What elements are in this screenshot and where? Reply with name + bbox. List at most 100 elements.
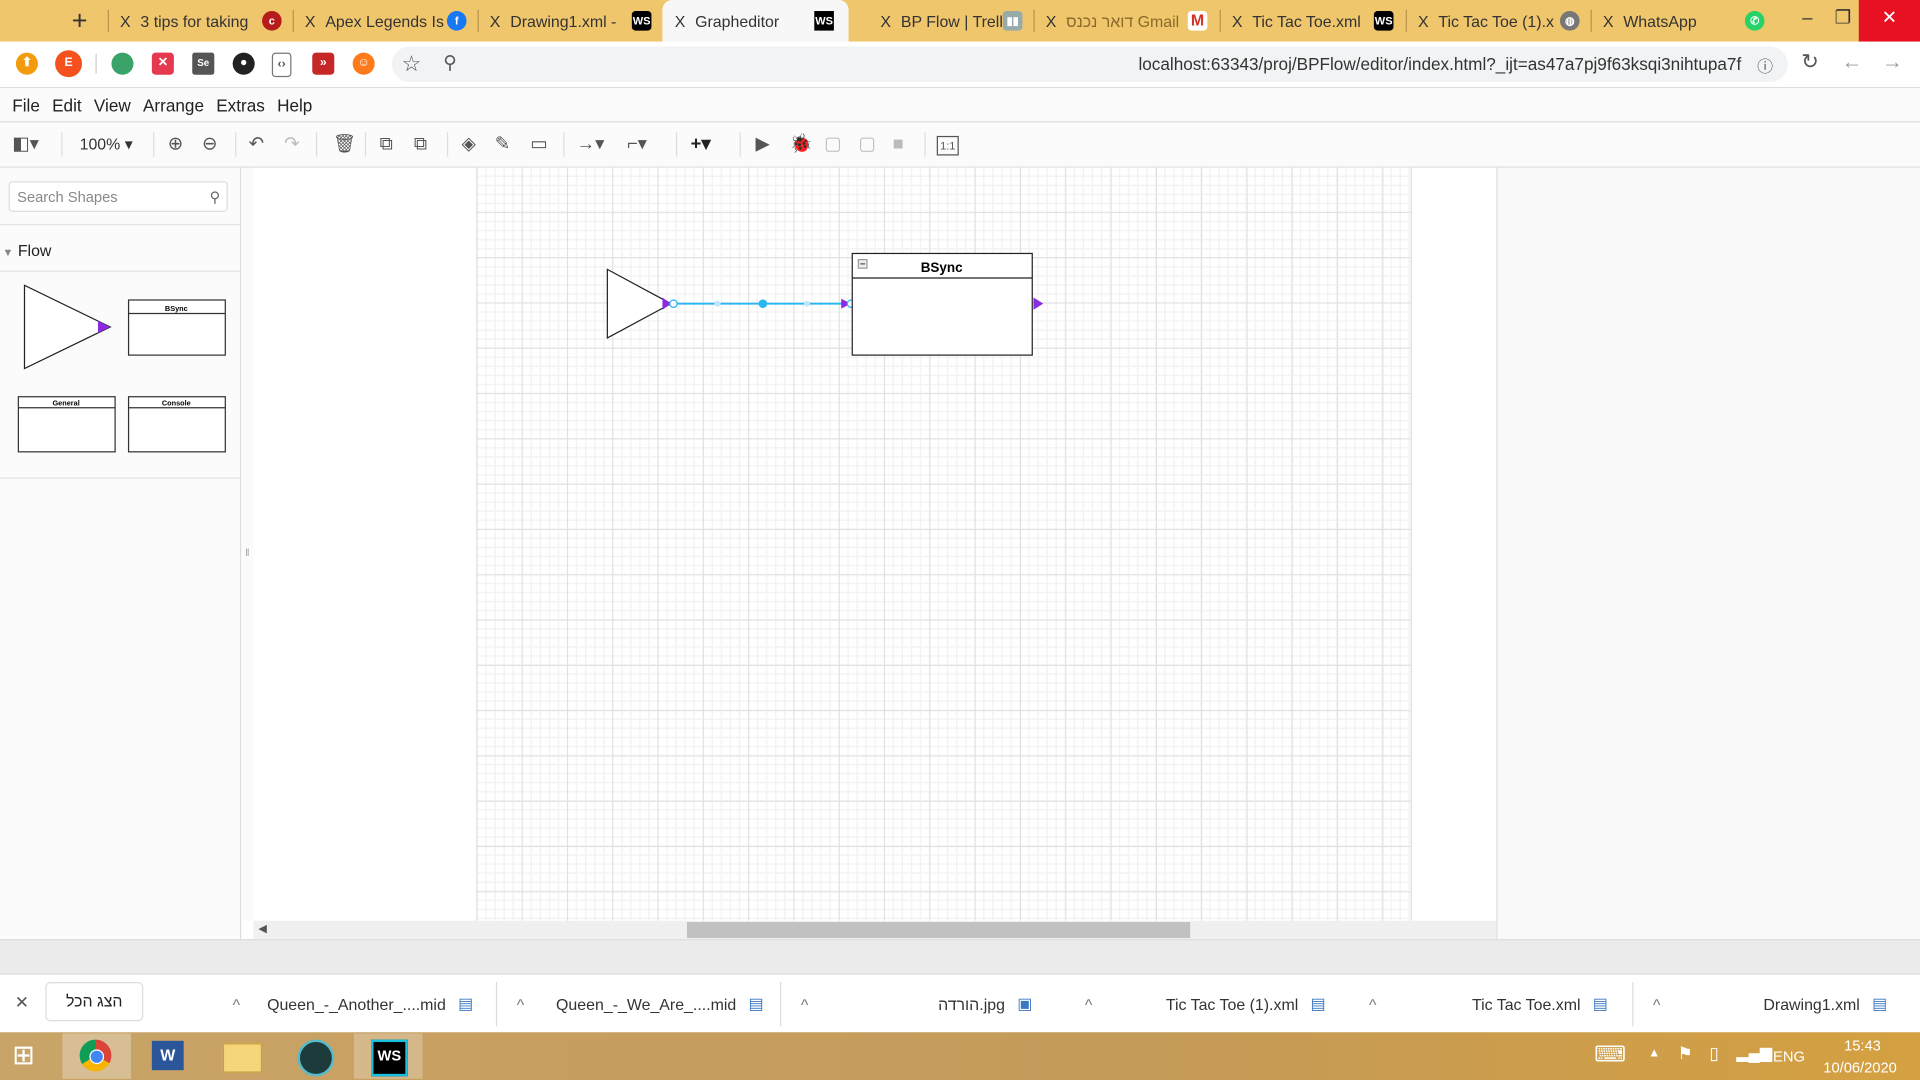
close-icon[interactable]: X <box>305 12 316 30</box>
waypoints-icon[interactable]: ⌐▾ <box>627 133 647 155</box>
menu-file[interactable]: File <box>12 95 40 115</box>
new-tab-button[interactable]: + <box>61 0 98 42</box>
start-node[interactable] <box>606 268 673 339</box>
site-info-icon[interactable]: ⓘ <box>1757 54 1773 77</box>
tab-apex[interactable]: X Apex Legends Is f <box>293 0 477 42</box>
actual-size-icon[interactable]: 1:1 <box>936 135 959 156</box>
output-port[interactable] <box>1033 297 1044 310</box>
chevron-up-icon[interactable]: ^ <box>801 995 808 1013</box>
format-panel-icon[interactable]: ◧▾ <box>12 133 39 155</box>
menu-edit[interactable]: Edit <box>52 95 82 115</box>
scrollbar-thumb[interactable] <box>686 922 1191 938</box>
to-back-icon[interactable]: ⧉ <box>414 133 427 155</box>
scroll-left-icon[interactable]: ◀ <box>258 922 266 935</box>
download-item[interactable]: ^ הורדה.jpg ▣ <box>801 975 1064 1034</box>
tab-trello[interactable]: X BP Flow | Trello ▮▮ <box>849 0 1033 42</box>
menu-help[interactable]: Help <box>277 95 312 115</box>
fire-extension-icon[interactable]: ☺ <box>352 52 375 75</box>
search-shapes-input[interactable]: Search Shapes ⚲ <box>8 181 228 213</box>
tab-drawing1[interactable]: X Drawing1.xml - WS <box>478 0 662 42</box>
close-window-button[interactable]: ✕ <box>1858 0 1920 42</box>
extension-icon[interactable]: ✕ <box>151 52 174 75</box>
shadow-icon[interactable]: ▭ <box>530 133 547 155</box>
download-item[interactable]: ^ Tic Tac Toe (1).xml ▤ <box>1085 975 1348 1034</box>
debug-icon[interactable]: 🐞 <box>790 133 813 155</box>
edge-handle[interactable] <box>714 300 721 307</box>
tab-tictactoe-1[interactable]: X Tic Tac Toe (1).x ◍ <box>1406 0 1590 42</box>
insert-icon[interactable]: +▾ <box>691 133 711 155</box>
show-hidden-icons[interactable]: ▲ <box>1648 1047 1660 1060</box>
chevron-up-icon[interactable]: ^ <box>1369 995 1376 1013</box>
menu-extras[interactable]: Extras <box>216 95 265 115</box>
fast-forward-extension-icon[interactable]: » <box>312 52 335 75</box>
bookmark-star-icon[interactable]: ☆ <box>402 51 422 77</box>
shape-bsync[interactable]: BSync <box>127 299 226 356</box>
battery-icon[interactable]: ▯ <box>1709 1043 1718 1064</box>
undo-icon[interactable]: ↶ <box>249 133 264 155</box>
action-center-flag-icon[interactable]: ⚑ <box>1678 1043 1693 1064</box>
edge-handle[interactable] <box>803 300 811 307</box>
clock-time[interactable]: 15:43 <box>1844 1037 1881 1054</box>
tab-cnet[interactable]: X 3 tips for taking c <box>108 0 292 42</box>
close-icon[interactable]: X <box>880 12 891 30</box>
download-item[interactable]: ^ Queen_-_We_Are_....mid ▤ <box>517 975 780 1034</box>
zoom-out-icon[interactable]: ⚲ <box>443 51 456 74</box>
tab-whatsapp[interactable]: X WhatsApp ✆ <box>1591 0 1775 42</box>
extension-icon[interactable]: ● <box>232 52 255 75</box>
zoom-dropdown[interactable]: 100% ▾ <box>80 133 133 155</box>
step-back-icon[interactable]: ▢ <box>858 133 875 155</box>
step-icon[interactable]: ▢ <box>824 133 841 155</box>
run-icon[interactable]: ▶ <box>756 133 770 155</box>
app-taskbar-icon[interactable] <box>280 1033 349 1078</box>
forward-icon[interactable]: → <box>1882 50 1903 74</box>
menu-view[interactable]: View <box>94 95 131 115</box>
word-taskbar-icon[interactable]: W <box>135 1033 204 1078</box>
zoom-out-icon[interactable]: ⊖ <box>202 133 217 155</box>
connection-icon[interactable]: →▾ <box>577 133 605 155</box>
delete-icon[interactable]: 🗑 <box>333 133 356 155</box>
shape-console[interactable]: Console <box>127 396 226 453</box>
horizontal-scrollbar[interactable]: ◀ <box>253 920 1497 940</box>
close-downloads-icon[interactable]: ✕ <box>15 992 29 1013</box>
stop-icon[interactable]: ■ <box>893 133 904 155</box>
close-icon[interactable]: X <box>1232 12 1243 30</box>
script-extension-icon[interactable]: ‹› <box>271 52 292 78</box>
shape-general[interactable]: General <box>17 396 116 453</box>
tab-tictactoe[interactable]: X Tic Tac Toe.xml WS <box>1220 0 1404 42</box>
chevron-up-icon[interactable]: ^ <box>1653 995 1660 1013</box>
tab-gmail[interactable]: X דואר נכנס Gmail M <box>1033 0 1217 42</box>
close-icon[interactable]: X <box>120 12 131 30</box>
close-icon[interactable]: X <box>675 12 686 30</box>
download-item[interactable]: ^ Drawing1.xml ▤ <box>1653 975 1916 1034</box>
search-icon[interactable]: ⚲ <box>210 182 221 213</box>
webstorm-taskbar-icon[interactable]: WS <box>353 1033 423 1079</box>
line-color-icon[interactable]: ✎ <box>495 133 510 155</box>
close-icon[interactable]: X <box>490 12 501 30</box>
edge-handle[interactable] <box>758 299 768 308</box>
diagram-canvas[interactable]: BSync <box>253 167 1497 921</box>
clock-date[interactable]: 10/06/2020 <box>1823 1059 1897 1076</box>
chevron-up-icon[interactable]: ^ <box>517 995 524 1013</box>
network-signal-icon[interactable]: ▂▄▆ <box>1736 1043 1772 1063</box>
menu-arrange[interactable]: Arrange <box>143 95 204 115</box>
reload-icon[interactable]: ↻ <box>1801 50 1818 74</box>
chrome-taskbar-icon[interactable] <box>62 1033 132 1079</box>
language-indicator[interactable]: ENG <box>1773 1048 1805 1065</box>
evernote-extension-icon[interactable] <box>111 52 134 75</box>
url-text[interactable]: localhost:63343/proj/BPFlow/editor/index… <box>1138 54 1741 74</box>
keyboard-icon[interactable]: ⌨ <box>1594 1042 1626 1068</box>
show-all-button[interactable]: הצג הכל <box>45 982 144 1022</box>
shape-start-triangle[interactable] <box>23 284 112 370</box>
close-icon[interactable]: X <box>1418 12 1429 30</box>
redo-icon[interactable]: ↷ <box>284 133 299 155</box>
fill-color-icon[interactable]: ◈ <box>462 133 476 155</box>
download-item[interactable]: ^ Tic Tac Toe.xml ▤ <box>1369 975 1632 1034</box>
selenium-extension-icon[interactable]: Se <box>192 52 215 75</box>
download-item[interactable]: ^ Queen_-_Another_....mid ▤ <box>233 975 496 1034</box>
close-icon[interactable]: X <box>1603 12 1614 30</box>
file-explorer-taskbar-icon[interactable] <box>208 1033 277 1078</box>
upload-extension-icon[interactable]: ⬆ <box>15 52 38 75</box>
sidebar-splitter[interactable]: ‖ <box>241 167 254 921</box>
edge-handle[interactable] <box>669 299 678 308</box>
to-front-icon[interactable]: ⧉ <box>380 133 393 155</box>
